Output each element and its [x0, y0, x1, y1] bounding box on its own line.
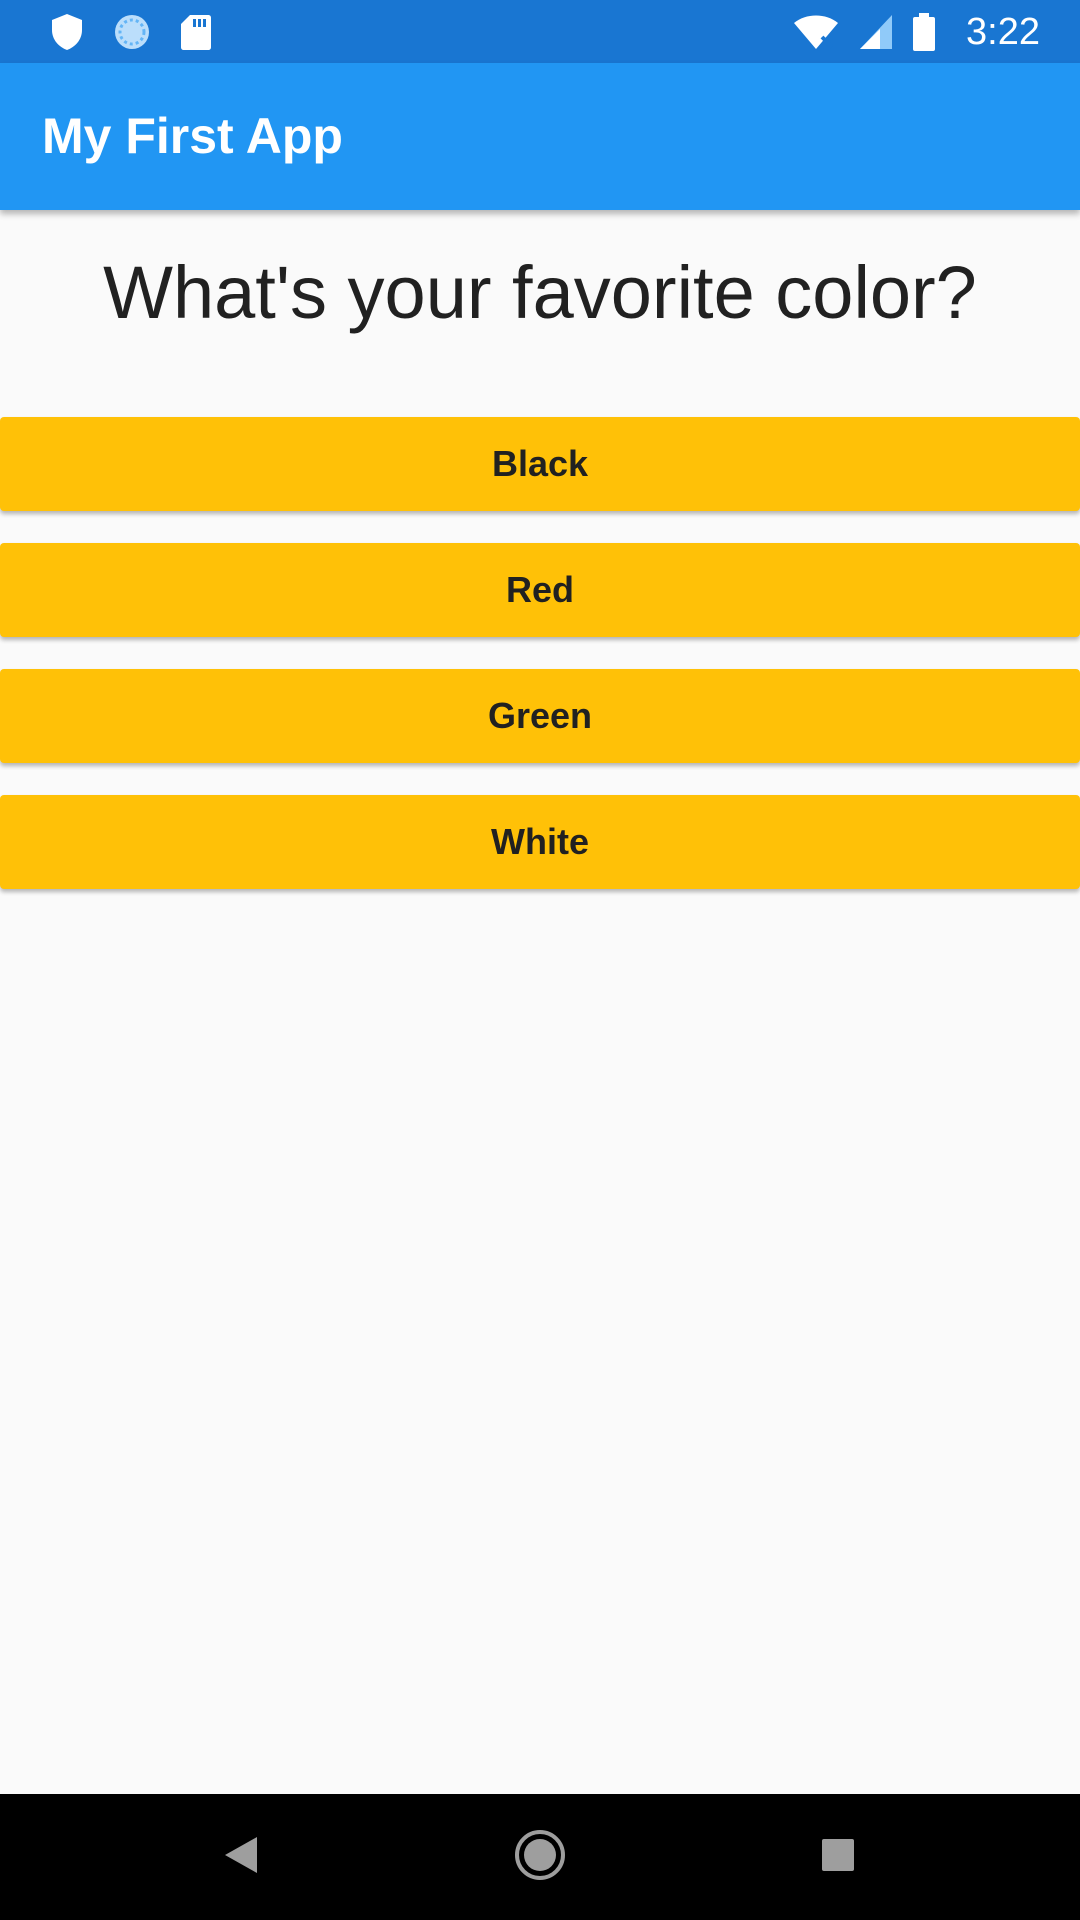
answer-button-green[interactable]: Green — [0, 669, 1080, 763]
app-title: My First App — [42, 108, 343, 164]
navigation-bar — [0, 1794, 1080, 1920]
answer-button-black[interactable]: Black — [0, 417, 1080, 511]
recents-icon — [821, 1838, 855, 1877]
shield-icon — [50, 12, 84, 52]
status-right-icons: 3:22 — [792, 10, 1040, 54]
back-icon — [223, 1835, 259, 1880]
back-button[interactable] — [178, 1794, 304, 1920]
signal-icon — [858, 13, 894, 51]
home-button[interactable] — [477, 1794, 603, 1920]
question-text: What's your favorite color? — [103, 251, 977, 334]
home-icon — [514, 1829, 566, 1886]
status-bar: 3:22 — [0, 0, 1080, 63]
battery-icon — [912, 12, 936, 52]
status-left-icons — [50, 10, 212, 54]
sync-icon — [112, 12, 152, 52]
recents-button[interactable] — [775, 1794, 901, 1920]
answer-button-red[interactable]: Red — [0, 543, 1080, 637]
app-bar: My First App — [0, 63, 1080, 210]
status-clock: 3:22 — [966, 11, 1040, 53]
sd-card-icon — [180, 13, 212, 51]
app-screen: 3:22 My First App What's your favorite c… — [0, 0, 1080, 1920]
answer-button-white[interactable]: White — [0, 795, 1080, 889]
answer-list: Black Red Green White — [0, 417, 1080, 921]
wifi-off-icon — [792, 13, 840, 51]
